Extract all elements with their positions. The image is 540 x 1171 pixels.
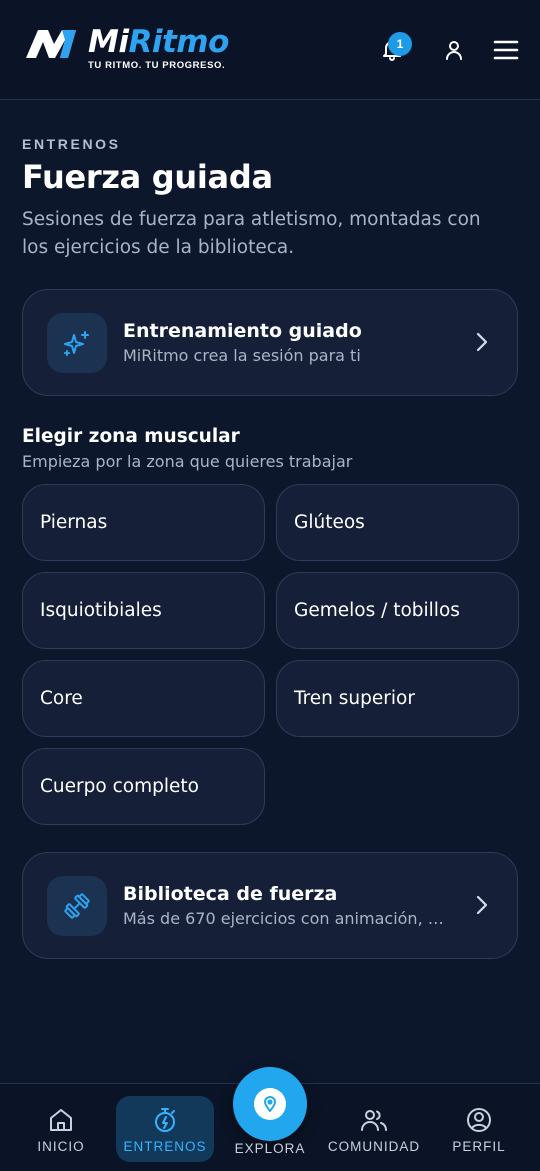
profile-icon	[467, 1108, 491, 1132]
app-header: MiRitmo TU RITMO. TU PROGRESO. 1	[0, 0, 540, 100]
home-icon	[50, 1109, 72, 1131]
zone-button-isquiotibiales[interactable]: Isquiotibiales	[22, 572, 265, 649]
dumbbell-icon	[64, 893, 90, 919]
nav-item-perfil[interactable]: PERFIL	[430, 1096, 528, 1162]
stopwatch-icon	[155, 1108, 175, 1132]
nav-item-inicio[interactable]: INICIO	[12, 1096, 110, 1162]
zone-button-core[interactable]: Core	[22, 660, 265, 737]
nav-label-comunidad: COMUNIDAD	[327, 1139, 421, 1154]
nav-label-inicio: INICIO	[37, 1139, 85, 1154]
explora-fab-button[interactable]	[233, 1067, 307, 1141]
account-button[interactable]	[434, 30, 474, 70]
zone-button-cuerpo-completo[interactable]: Cuerpo completo	[22, 748, 265, 825]
brand-name: MiRitmo	[88, 24, 229, 60]
users-icon	[361, 1110, 387, 1131]
zone-button-gemelos-tobillos[interactable]: Gemelos / tobillos	[276, 572, 519, 649]
zone-button-tren-superior[interactable]: Tren superior	[276, 660, 519, 737]
nav-item-comunidad[interactable]: COMUNIDAD	[325, 1096, 423, 1162]
brand-name-part1: Mi	[88, 24, 129, 60]
explora-fab-inner	[254, 1088, 286, 1120]
notifications-badge: 1	[388, 32, 412, 56]
logo-mark-icon	[26, 30, 76, 58]
nav-label-entrenos: ENTRENOS	[123, 1139, 207, 1154]
user-icon	[446, 41, 462, 60]
strength-library-subtitle: Más de 670 ejercicios con animación, mús…	[123, 909, 458, 928]
guided-training-subtitle: MiRitmo crea la sesión para ti	[123, 346, 361, 365]
menu-button[interactable]	[486, 30, 526, 70]
nav-label-perfil: PERFIL	[452, 1139, 506, 1154]
muscle-zone-title: Elegir zona muscular	[22, 426, 240, 447]
zone-button-piernas[interactable]: Piernas	[22, 484, 265, 561]
strength-library-title: Biblioteca de fuerza	[123, 883, 338, 905]
chevron-right-icon	[476, 332, 488, 352]
guided-training-card[interactable]: Entrenamiento guiado MiRitmo crea la ses…	[22, 289, 518, 396]
map-pin-icon	[264, 1096, 276, 1112]
brand-tagline: TU RITMO. TU PROGRESO.	[88, 60, 226, 71]
brand-logo[interactable]: MiRitmo TU RITMO. TU PROGRESO.	[24, 24, 244, 76]
nav-label-explora[interactable]: EXPLORA	[220, 1141, 320, 1156]
page-eyebrow: ENTRENOS	[22, 136, 121, 152]
zone-button-gluteos[interactable]: Glúteos	[276, 484, 519, 561]
guided-training-icon-box	[47, 313, 107, 373]
guided-training-title: Entrenamiento guiado	[123, 320, 362, 342]
menu-icon	[493, 40, 519, 60]
strength-library-card[interactable]: Biblioteca de fuerza Más de 670 ejercici…	[22, 852, 518, 959]
sparkles-icon	[64, 331, 89, 356]
strength-library-icon-box	[47, 876, 107, 936]
page-subtitle: Sesiones de fuerza para atletismo, monta…	[22, 209, 481, 258]
brand-name-part2: Ritmo	[128, 24, 229, 60]
nav-item-entrenos[interactable]: ENTRENOS	[116, 1096, 214, 1162]
muscle-zone-subtitle: Empieza por la zona que quieres trabajar	[22, 452, 353, 471]
page-title: Fuerza guiada	[22, 158, 273, 196]
chevron-right-icon	[476, 895, 488, 915]
